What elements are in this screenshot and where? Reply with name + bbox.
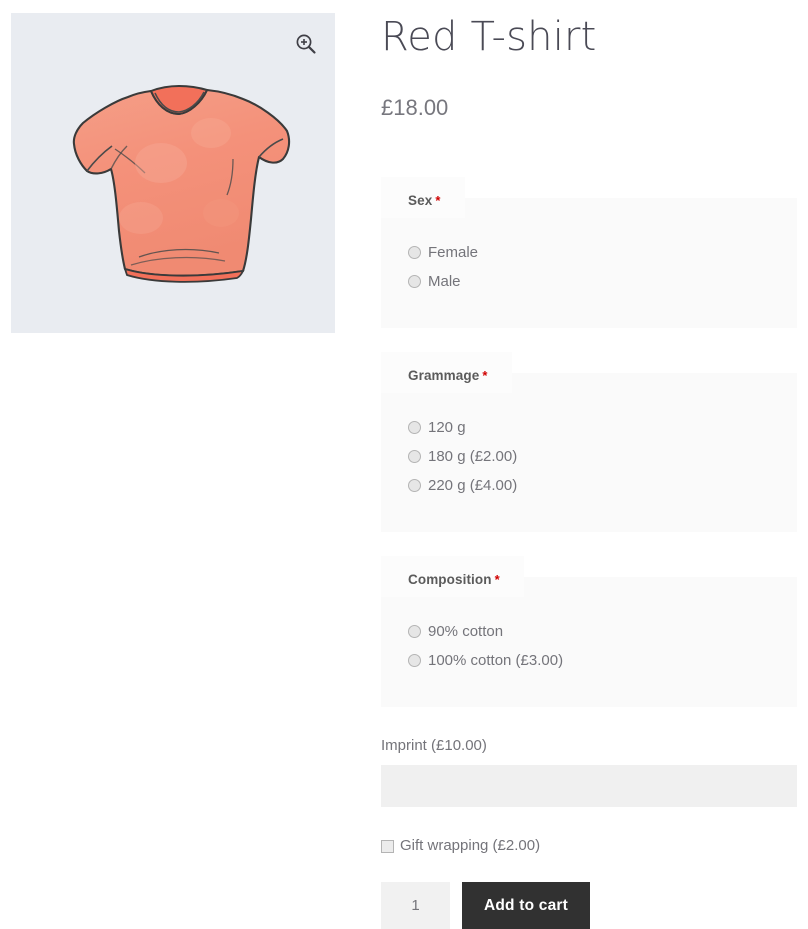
- radio-option-label: 220 g (£4.00): [428, 477, 518, 494]
- add-to-cart-button[interactable]: Add to cart: [462, 882, 591, 929]
- radio-button[interactable]: [408, 246, 421, 259]
- option-group-grammage: Grammage * 120 g 180 g (£2.00) 220 g (£4.00): [381, 352, 797, 532]
- gift-wrapping-checkbox[interactable]: [381, 839, 394, 853]
- option-group-legend: Sex *: [381, 177, 465, 218]
- required-asterisk: *: [494, 572, 500, 587]
- radio-option[interactable]: Male: [408, 269, 797, 294]
- option-groups: Sex * Female Male Grammage * 120 g 180 g (£2.00…: [381, 177, 797, 707]
- page-title: Red T-shirt: [381, 14, 597, 60]
- imprint-input[interactable]: [381, 765, 797, 807]
- legend-label: Composition: [408, 572, 492, 587]
- radio-option-label: 100% cotton (£3.00): [428, 652, 564, 669]
- radio-option[interactable]: 120 g: [408, 415, 797, 440]
- legend-label: Grammage: [408, 368, 480, 383]
- cart-row: Add to cart: [381, 882, 797, 929]
- radio-option-label: Male: [428, 273, 461, 290]
- radio-button[interactable]: [408, 654, 421, 667]
- gift-wrapping-label: Gift wrapping (£2.00): [400, 837, 541, 854]
- product-summary: Red T-shirt £18.00 Sex * Female Male Grammag…: [381, 0, 797, 929]
- radio-option[interactable]: 220 g (£4.00): [408, 473, 797, 498]
- product-image[interactable]: [11, 13, 335, 333]
- radio-button[interactable]: [408, 421, 421, 434]
- gift-wrapping-row[interactable]: Gift wrapping (£2.00): [381, 835, 797, 857]
- imprint-block: Imprint (£10.00): [381, 735, 797, 807]
- radio-option-label: Female: [428, 244, 479, 261]
- radio-button[interactable]: [408, 450, 421, 463]
- radio-option-label: 180 g (£2.00): [428, 448, 518, 465]
- radio-button[interactable]: [408, 479, 421, 492]
- quantity-input[interactable]: [381, 882, 450, 929]
- product-price: £18.00: [381, 95, 449, 120]
- radio-option-label: 120 g: [428, 419, 466, 436]
- legend-label: Sex: [408, 193, 433, 208]
- option-group-legend: Composition *: [381, 556, 524, 597]
- required-asterisk: *: [435, 193, 441, 208]
- radio-button[interactable]: [408, 625, 421, 638]
- option-list: 90% cotton 100% cotton (£3.00): [381, 597, 797, 673]
- radio-option[interactable]: 100% cotton (£3.00): [408, 648, 797, 673]
- radio-button[interactable]: [408, 275, 421, 288]
- radio-option[interactable]: Female: [408, 240, 797, 265]
- option-group-sex: Sex * Female Male: [381, 177, 797, 328]
- option-list: 120 g 180 g (£2.00) 220 g (£4.00): [381, 393, 797, 498]
- imprint-label: Imprint (£10.00): [381, 737, 487, 754]
- radio-option[interactable]: 180 g (£2.00): [408, 444, 797, 469]
- option-group-legend: Grammage *: [381, 352, 512, 393]
- product-gallery[interactable]: [11, 13, 335, 333]
- option-group-composition: Composition * 90% cotton 100% cotton (£3.00…: [381, 556, 797, 707]
- radio-option-label: 90% cotton: [428, 623, 504, 640]
- radio-option[interactable]: 90% cotton: [408, 619, 797, 644]
- option-list: Female Male: [381, 218, 797, 294]
- magnifier-plus-icon[interactable]: [295, 33, 317, 55]
- shirt-body-group: [72, 84, 291, 283]
- required-asterisk: *: [482, 368, 488, 383]
- add-to-cart-form: Sex * Female Male Grammage * 120 g 180 g (£2.00…: [381, 177, 797, 929]
